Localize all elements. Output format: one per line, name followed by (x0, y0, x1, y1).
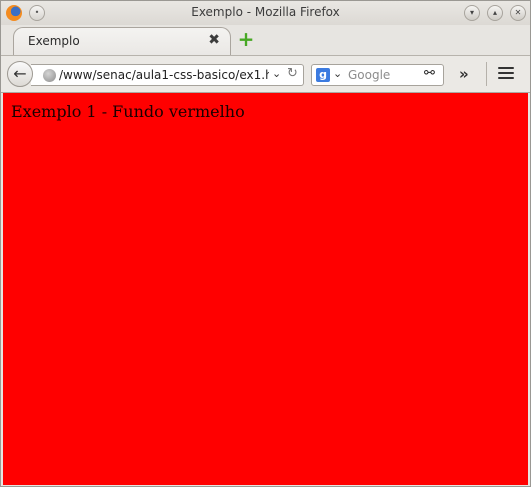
close-window-button[interactable]: ✕ (510, 5, 526, 21)
browser-window: • Exemplo - Mozilla Firefox ▾ ▴ ✕ Exempl… (0, 0, 531, 487)
search-input[interactable]: Google (348, 68, 390, 82)
search-engine-dropdown-icon[interactable]: ⌄ (333, 67, 342, 80)
new-tab-button[interactable]: + (237, 29, 255, 49)
page-content: Exemplo 1 - Fundo vermelho (3, 93, 528, 485)
menu-hamburger-icon[interactable] (498, 67, 514, 82)
url-bar[interactable]: /www/senac/aula1-css-basico/ex1.html ⌄ ↻ (31, 64, 304, 86)
binoculars-icon[interactable]: ⚯ (424, 66, 435, 81)
search-bar[interactable]: g ⌄ Google ⚯ (311, 64, 444, 86)
toolbar-divider (486, 62, 487, 86)
url-input[interactable]: /www/senac/aula1-css-basico/ex1.html (59, 68, 269, 82)
title-bar: • Exemplo - Mozilla Firefox ▾ ▴ ✕ (1, 1, 530, 25)
search-engine-icon[interactable]: g (316, 68, 330, 82)
tab-close-icon[interactable]: ✖ (208, 32, 220, 48)
minimize-button[interactable]: ▾ (464, 5, 480, 21)
window-title: Exemplo - Mozilla Firefox (191, 5, 340, 19)
overflow-chevron-icon[interactable]: » (459, 65, 469, 83)
page-heading: Exemplo 1 - Fundo vermelho (11, 102, 245, 121)
back-arrow-icon: ← (13, 64, 27, 83)
navigation-bar: /www/senac/aula1-css-basico/ex1.html ⌄ ↻… (1, 55, 530, 93)
back-button[interactable]: ← (7, 61, 33, 87)
globe-icon (43, 69, 56, 82)
tab-exemplo[interactable]: Exemplo ✖ (13, 27, 231, 55)
url-history-dropdown-icon[interactable]: ⌄ (272, 67, 281, 80)
maximize-button[interactable]: ▴ (487, 5, 503, 21)
tab-label: Exemplo (28, 34, 80, 48)
tab-bar: Exemplo ✖ + (1, 25, 530, 55)
reload-icon[interactable]: ↻ (287, 66, 298, 81)
